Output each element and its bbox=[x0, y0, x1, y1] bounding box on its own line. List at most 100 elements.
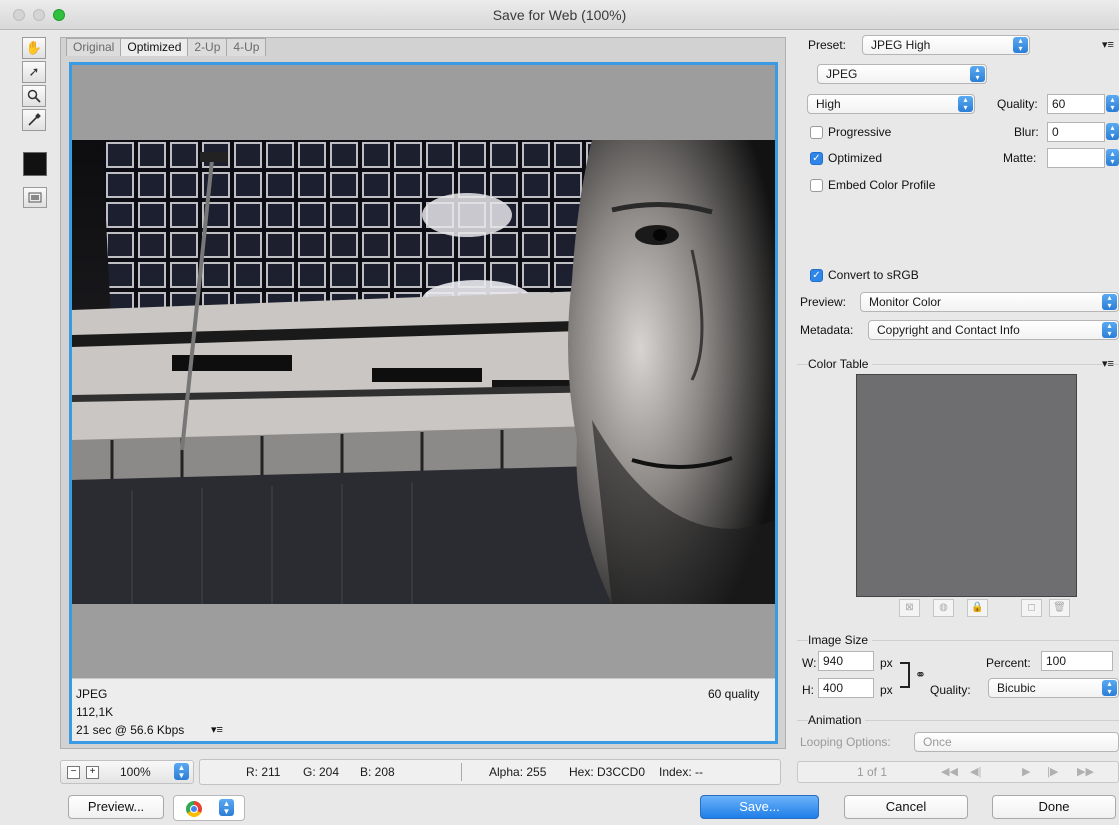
browser-dropdown-arrows: ▲ ▼ bbox=[219, 799, 234, 816]
zoom-level: 100% bbox=[120, 765, 151, 779]
optimized-label: Optimized bbox=[828, 151, 883, 165]
map-transparency-icon: ⊠ bbox=[899, 599, 920, 617]
resample-quality-value: Bicubic bbox=[997, 681, 1036, 695]
preview-in-browser-button[interactable]: Preview... bbox=[68, 795, 164, 819]
first-frame-icon[interactable]: ◀◀ bbox=[941, 765, 958, 778]
tab-4-up[interactable]: 4-Up bbox=[226, 38, 267, 56]
compression-quality-select[interactable]: High ▴ ▾ bbox=[807, 94, 975, 114]
file-format-value: JPEG bbox=[826, 67, 858, 81]
preset-dropdown-arrows: ▴ ▾ bbox=[1013, 37, 1028, 53]
blur-slider-button[interactable]: ▴ ▾ bbox=[1106, 123, 1119, 140]
status-r: R: 211 bbox=[246, 765, 281, 779]
preview-file-size: 112,1K bbox=[76, 705, 114, 719]
preset-value: JPEG High bbox=[871, 38, 931, 52]
web-shift-icon: ◍ bbox=[933, 599, 954, 617]
compression-quality-value: High bbox=[816, 97, 841, 111]
progressive-checkbox[interactable] bbox=[810, 126, 823, 139]
looping-options-value: Once bbox=[923, 735, 952, 749]
next-frame-icon[interactable]: |▶ bbox=[1047, 765, 1058, 778]
metadata-dropdown-arrows: ▴ ▾ bbox=[1102, 322, 1117, 338]
metadata-label: Metadata: bbox=[800, 323, 854, 337]
percent-label: Percent: bbox=[986, 656, 1031, 670]
quality-input[interactable]: 60 bbox=[1047, 94, 1105, 114]
quality-label: Quality: bbox=[997, 97, 1038, 111]
tab-optimized[interactable]: Optimized bbox=[120, 38, 189, 56]
save-button[interactable]: Save... bbox=[700, 795, 819, 819]
zoom-in-button[interactable]: + bbox=[86, 766, 99, 779]
download-speed-menu-icon[interactable]: ▾≡ bbox=[211, 723, 223, 736]
percent-input[interactable]: 100 bbox=[1041, 651, 1113, 671]
toggle-slices-visibility-button[interactable] bbox=[23, 187, 47, 208]
status-divider bbox=[461, 763, 462, 781]
status-b: B: 208 bbox=[360, 765, 395, 779]
view-tabs: Original Optimized 2-Up 4-Up bbox=[66, 38, 267, 56]
eyedropper-tool-icon[interactable] bbox=[22, 109, 46, 131]
image-size-label: Image Size bbox=[808, 633, 873, 647]
metadata-select[interactable]: Copyright and Contact Info ▴ ▾ bbox=[868, 320, 1119, 340]
height-label: H: bbox=[802, 683, 814, 697]
color-table-label: Color Table bbox=[808, 357, 873, 371]
constrain-proportions-icon[interactable]: ⚭ bbox=[915, 667, 926, 683]
convert-srgb-label: Convert to sRGB bbox=[828, 268, 919, 282]
hand-tool-icon[interactable]: ✋ bbox=[22, 37, 46, 59]
resample-quality-select[interactable]: Bicubic ▴ ▾ bbox=[988, 678, 1119, 698]
quality-slider-button[interactable]: ▴ ▾ bbox=[1106, 95, 1119, 112]
delete-color-icon: 🗑 bbox=[1049, 599, 1070, 617]
preview-mode-label: Preview: bbox=[800, 295, 847, 309]
resample-dropdown-arrows: ▴ ▾ bbox=[1102, 680, 1117, 696]
preview-format: JPEG bbox=[76, 687, 108, 701]
color-table-menu-icon[interactable]: ▾≡ bbox=[1102, 357, 1114, 370]
tab-2-up[interactable]: 2-Up bbox=[187, 38, 228, 56]
file-format-dropdown-arrows: ▴ ▾ bbox=[970, 66, 985, 82]
preview-mode-value: Monitor Color bbox=[869, 295, 942, 309]
looping-options-label: Looping Options: bbox=[800, 735, 891, 749]
width-input[interactable]: 940 bbox=[818, 651, 874, 671]
status-g: G: 204 bbox=[303, 765, 340, 779]
resample-quality-label: Quality: bbox=[930, 683, 971, 697]
embed-color-profile-checkbox[interactable] bbox=[810, 179, 823, 192]
embed-color-profile-label: Embed Color Profile bbox=[828, 178, 936, 192]
window-title: Save for Web (100%) bbox=[492, 7, 627, 23]
settings-menu-icon[interactable]: ▾≡ bbox=[1102, 38, 1114, 51]
matte-label: Matte: bbox=[1003, 151, 1037, 165]
blur-label: Blur: bbox=[1014, 125, 1039, 139]
constrain-bracket bbox=[900, 662, 910, 688]
width-label: W: bbox=[802, 656, 817, 670]
animation-controls bbox=[797, 761, 1119, 783]
zoom-level-dropdown[interactable]: ▲ ▼ bbox=[174, 763, 189, 780]
browser-select[interactable]: ▲ ▼ bbox=[173, 795, 245, 821]
matte-input[interactable] bbox=[1047, 148, 1105, 168]
cancel-button[interactable]: Cancel bbox=[844, 795, 968, 819]
zoom-out-button[interactable]: − bbox=[67, 766, 80, 779]
last-frame-icon[interactable]: ▶▶ bbox=[1077, 765, 1094, 778]
looping-options-select[interactable]: Once bbox=[914, 732, 1119, 752]
file-format-select[interactable]: JPEG ▴ ▾ bbox=[817, 64, 987, 84]
blur-input[interactable]: 0 bbox=[1047, 122, 1105, 142]
status-index: Index: -- bbox=[659, 765, 704, 779]
browser-icon bbox=[186, 801, 202, 817]
status-alpha: Alpha: 255 bbox=[489, 765, 547, 779]
compression-dropdown-arrows: ▴ ▾ bbox=[958, 96, 973, 112]
preview-image bbox=[72, 140, 775, 604]
preview-mode-dropdown-arrows: ▴ ▾ bbox=[1102, 294, 1117, 310]
progressive-label: Progressive bbox=[828, 125, 892, 139]
preview-mode-select[interactable]: Monitor Color ▴ ▾ bbox=[860, 292, 1119, 312]
previous-frame-icon[interactable]: ◀| bbox=[970, 765, 981, 778]
play-icon[interactable]: ▶ bbox=[1022, 765, 1030, 778]
animation-label: Animation bbox=[808, 713, 866, 727]
height-input[interactable]: 400 bbox=[818, 678, 874, 698]
eyedropper-color-swatch[interactable] bbox=[23, 152, 47, 176]
zoom-tool-icon[interactable] bbox=[22, 85, 46, 107]
slice-select-tool-icon[interactable]: ➚ bbox=[22, 61, 46, 83]
tab-original[interactable]: Original bbox=[66, 38, 122, 56]
optimized-checkbox[interactable]: ✓ bbox=[810, 152, 823, 165]
matte-dropdown-arrows[interactable]: ▴ ▾ bbox=[1106, 149, 1119, 166]
add-color-icon: ◻ bbox=[1021, 599, 1042, 617]
frame-counter: 1 of 1 bbox=[857, 765, 888, 779]
metadata-value: Copyright and Contact Info bbox=[877, 323, 1020, 337]
preset-label: Preset: bbox=[808, 38, 847, 52]
done-button[interactable]: Done bbox=[992, 795, 1116, 819]
preset-select[interactable]: JPEG High ▴ ▾ bbox=[862, 35, 1030, 55]
width-unit: px bbox=[880, 656, 893, 670]
convert-srgb-checkbox[interactable]: ✓ bbox=[810, 269, 823, 282]
